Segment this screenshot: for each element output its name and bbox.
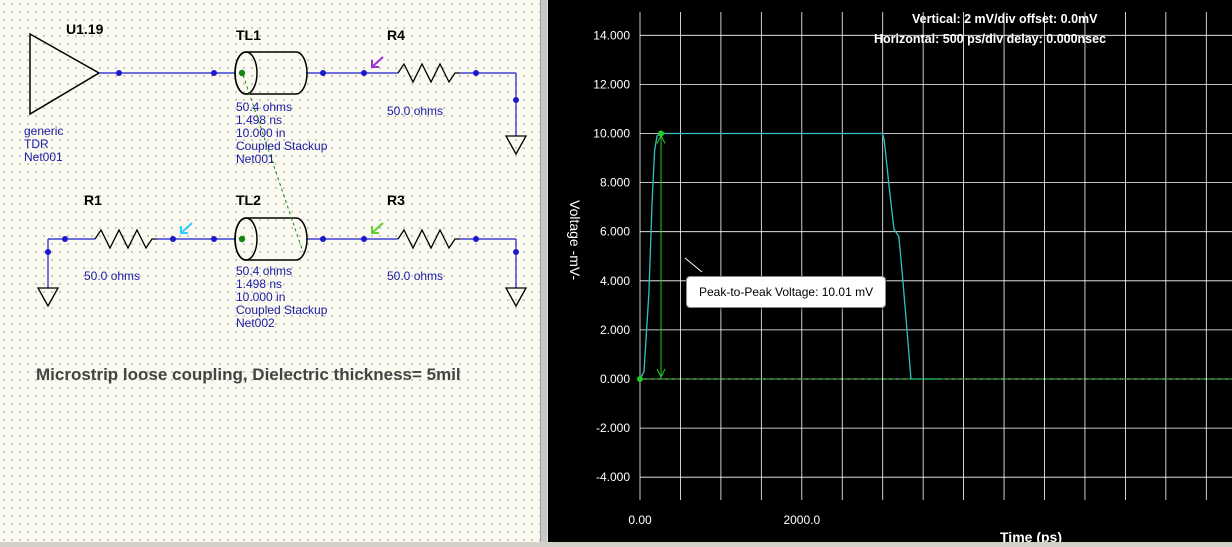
probe-r3-arrow[interactable] (371, 222, 384, 234)
y-tick-label: 0.000 (600, 372, 630, 386)
x-axis-label: Time (ps) (1000, 529, 1062, 542)
y-tick-label: 6.000 (600, 225, 630, 239)
tl2-line-4: Coupled Stackup (236, 303, 328, 317)
x-tick-labels: 0.00 2000.0 (628, 513, 820, 527)
y-tick-label: 4.000 (600, 274, 630, 288)
schematic-caption: Microstrip loose coupling, Dielectric th… (36, 365, 461, 384)
marker-dot-top[interactable] (658, 130, 665, 137)
driver-line-1: generic (24, 124, 63, 138)
r4-value: 50.0 ohms (387, 104, 443, 118)
header-horizontal: Horizontal: 500 ps/div delay: 0.000nsec (874, 32, 1106, 46)
r4-ref: R4 (387, 27, 405, 43)
peak-to-peak-tooltip: Peak-to-Peak Voltage: 10.01 mV (686, 276, 887, 308)
tl1-line-1: 50.4 ohms (236, 100, 292, 114)
tl2-ref: TL2 (236, 192, 261, 208)
y-tick-labels: 14.000 12.000 10.000 8.000 6.000 4.000 2.000 0.… (593, 28, 630, 484)
r1-value: 50.0 ohms (84, 269, 140, 283)
driver-line-3: Net001 (24, 150, 63, 164)
tl2-line-5: Net002 (236, 316, 275, 330)
tl1-line-5: Net001 (236, 152, 275, 166)
ground-symbol-net2-right (504, 287, 528, 308)
r3-resistor-symbol[interactable] (397, 228, 460, 250)
schematic-drawing: U1.19 generic TDR Net001 TL1 50.4 ohms 1… (24, 21, 528, 384)
x-tick-label: 0.00 (628, 513, 652, 527)
y-tick-label: 8.000 (600, 176, 630, 190)
tl1-symbol[interactable] (234, 51, 308, 95)
y-axis-label: Voltage -mV- (567, 200, 583, 280)
waveform-traces (639, 132, 940, 380)
header-vertical: Vertical: 2 mV/div offset: 0.0mV (912, 12, 1098, 26)
tl2-line-3: 10.000 in (236, 290, 285, 304)
tdr-driver-symbol[interactable] (29, 32, 101, 116)
measurement-marker[interactable] (637, 130, 1232, 383)
probe-r1-arrow[interactable] (180, 222, 193, 234)
waveform-trace (639, 132, 940, 380)
tl1-ref: TL1 (236, 27, 261, 43)
r1-resistor-symbol[interactable] (94, 228, 157, 250)
tl1-line-4: Coupled Stackup (236, 139, 328, 153)
schematic-canvas[interactable]: U1.19 generic TDR Net001 TL1 50.4 ohms 1… (0, 0, 540, 542)
r3-ref: R3 (387, 192, 405, 208)
y-tick-label: 12.000 (593, 77, 630, 91)
tl1-line-2: 1.498 ns (236, 113, 282, 127)
y-tick-label: -2.000 (596, 421, 630, 435)
r4-resistor-symbol[interactable] (397, 62, 460, 84)
tl1-coupling-node (238, 69, 246, 77)
r3-value: 50.0 ohms (387, 269, 443, 283)
y-tick-label: 10.000 (593, 127, 630, 141)
r1-ref: R1 (84, 192, 102, 208)
waveform-viewer[interactable]: 14.000 12.000 10.000 8.000 6.000 4.000 2.000 0.… (548, 0, 1232, 545)
y-tick-label: 2.000 (600, 323, 630, 337)
y-tick-label: -4.000 (596, 470, 630, 484)
tooltip-pointer (684, 257, 703, 273)
y-tick-label: 14.000 (593, 28, 630, 42)
driver-line-2: TDR (24, 137, 49, 151)
tl2-line-2: 1.498 ns (236, 277, 282, 291)
waveform-plot: 14.000 12.000 10.000 8.000 6.000 4.000 2.000 0.… (567, 12, 1232, 545)
marker-dot-bottom[interactable] (637, 376, 643, 382)
driver-ref: U1.19 (66, 21, 104, 37)
tl2-line-1: 50.4 ohms (236, 264, 292, 278)
plot-grid (639, 12, 1232, 500)
tl2-symbol[interactable] (234, 217, 308, 261)
x-tick-label: 2000.0 (783, 513, 820, 527)
probe-r4-arrow[interactable] (371, 56, 384, 68)
tl2-coupling-node (238, 235, 246, 243)
pane-splitter[interactable] (540, 0, 548, 542)
ground-symbol-net1 (504, 135, 528, 156)
net1-junctions (116, 70, 519, 103)
net1-wires (99, 72, 517, 136)
ground-symbol-net2-left (36, 287, 60, 308)
